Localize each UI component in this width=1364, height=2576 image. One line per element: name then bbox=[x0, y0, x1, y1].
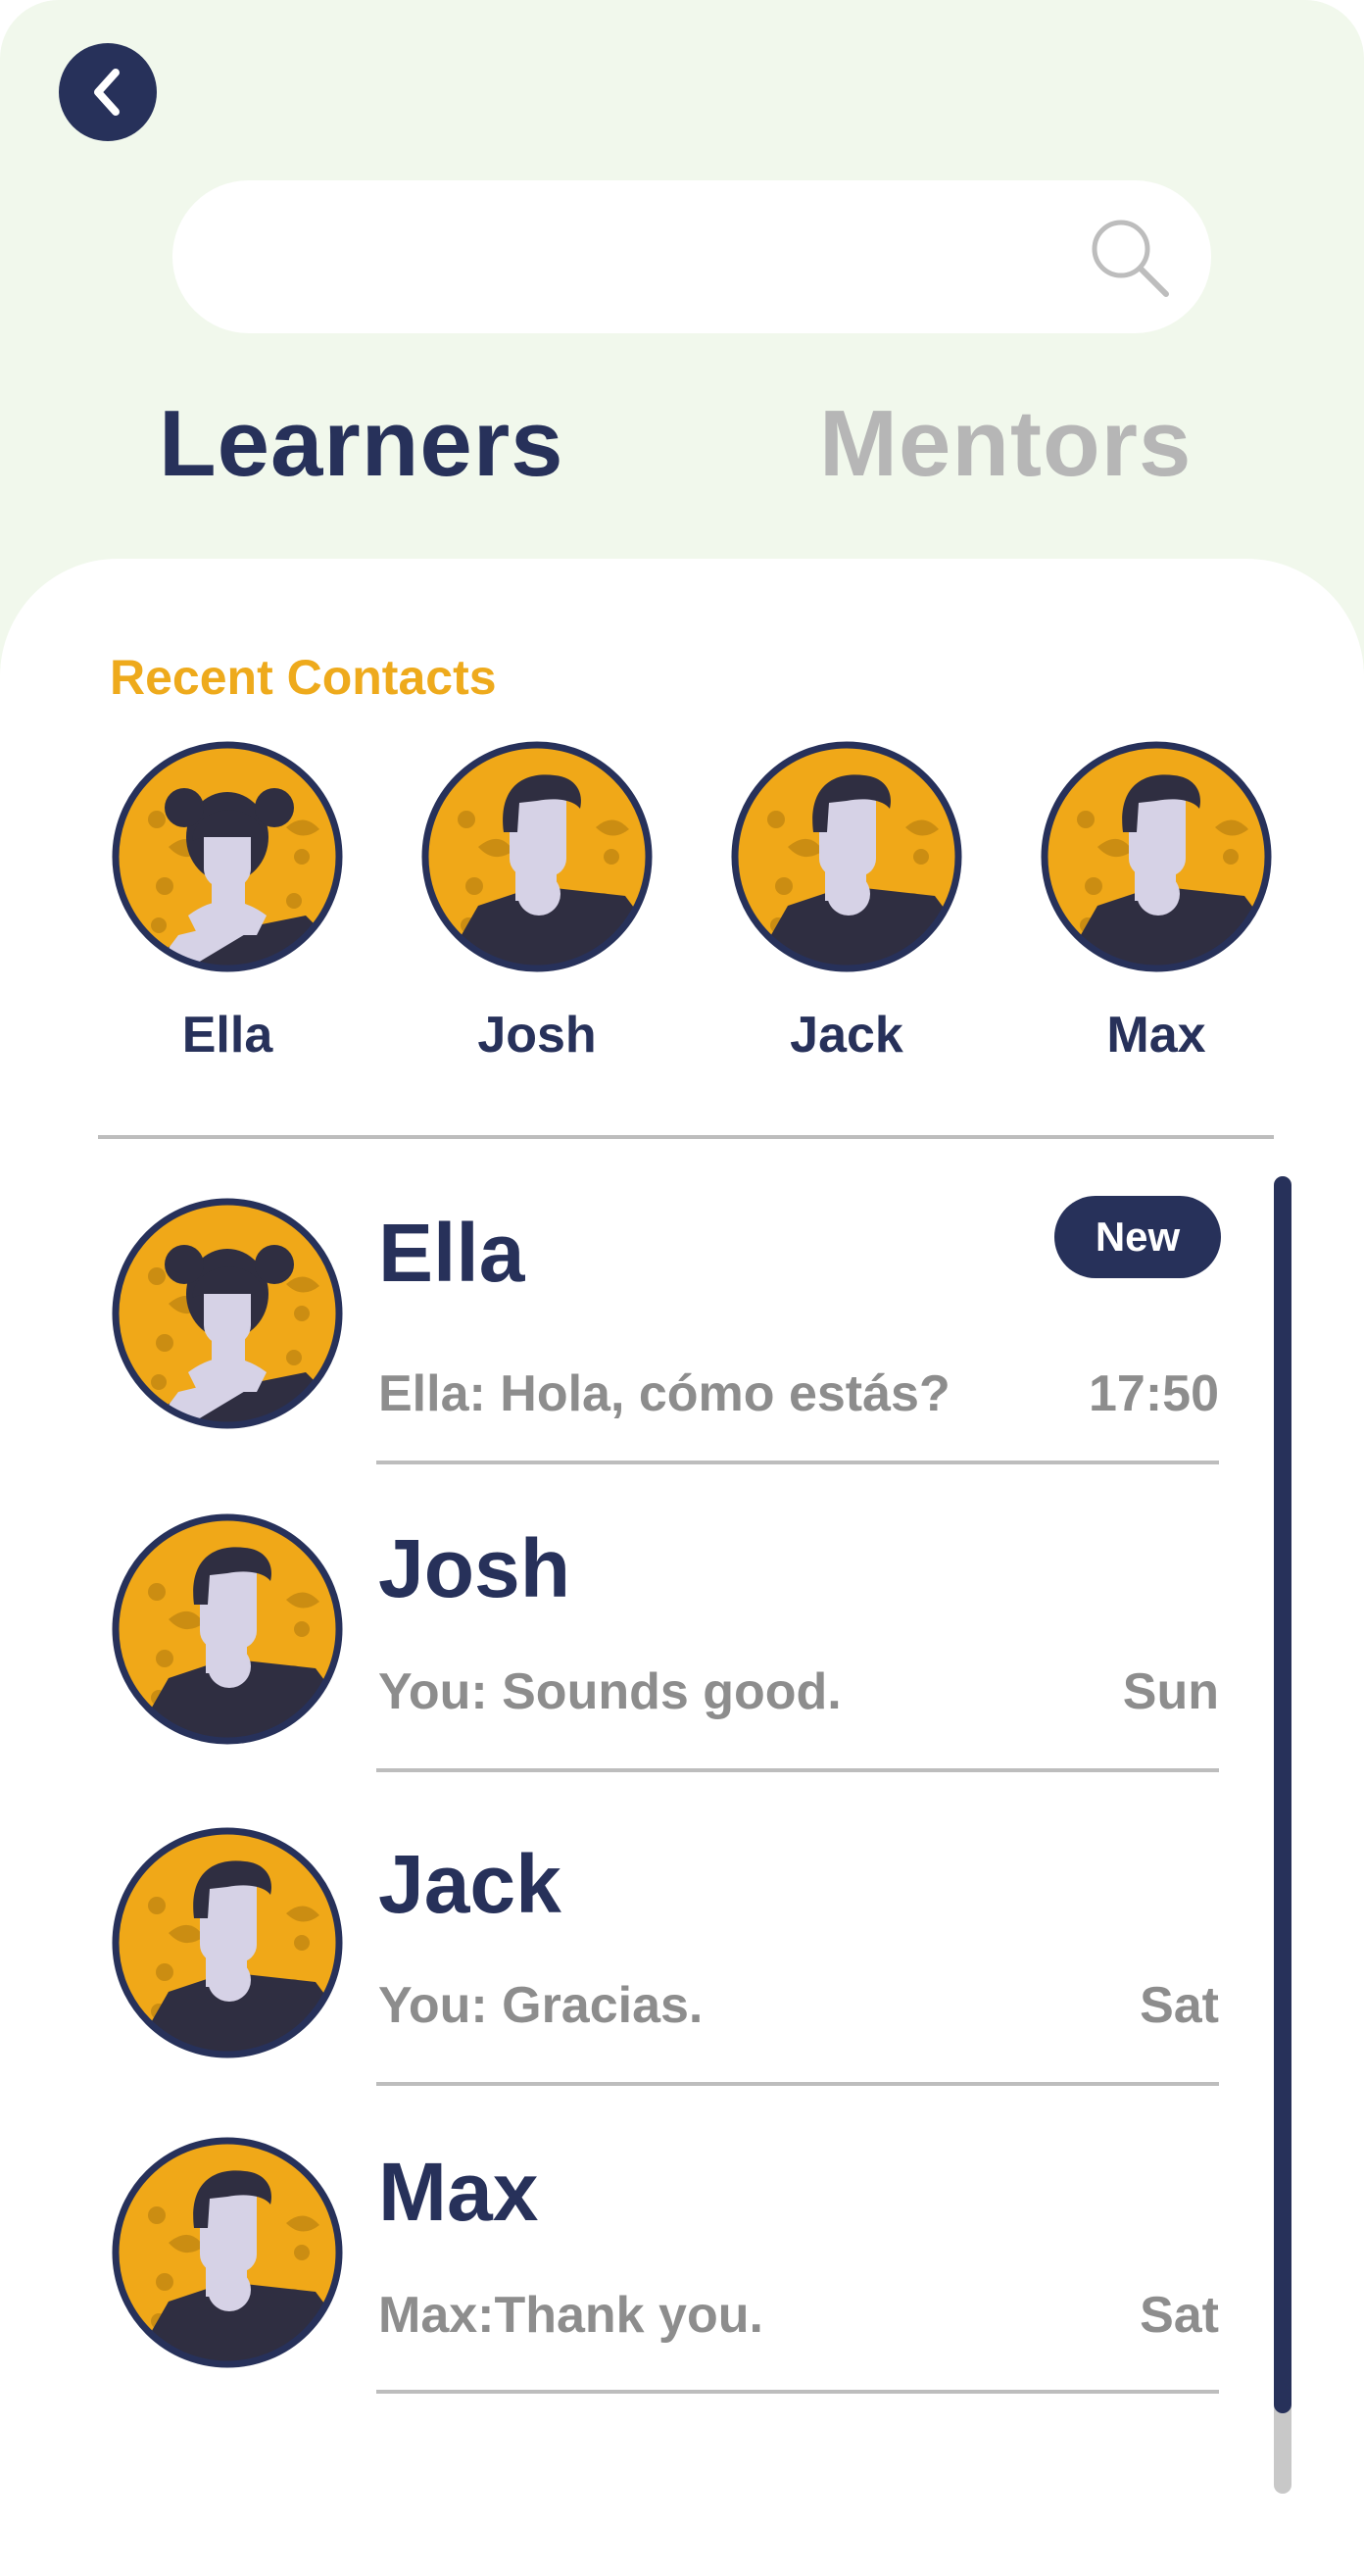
conversation-preview: You: Sounds good. bbox=[378, 1663, 842, 1720]
conversation-time: Sat bbox=[1140, 1977, 1219, 2034]
boy-avatar bbox=[110, 2135, 345, 2370]
tab-learners[interactable]: Learners bbox=[159, 390, 564, 498]
recent-contact-name: Jack bbox=[790, 1007, 903, 1064]
row-divider bbox=[376, 2082, 1219, 2086]
section-divider bbox=[98, 1135, 1274, 1139]
row-divider bbox=[376, 1461, 1219, 1464]
girl-avatar bbox=[110, 1196, 345, 1431]
conversation-time: Sun bbox=[1122, 1663, 1219, 1720]
conversation-time: Sat bbox=[1140, 2287, 1219, 2344]
chevron-left-icon bbox=[94, 69, 120, 116]
row-divider bbox=[376, 2390, 1219, 2394]
conversation-name: Josh bbox=[378, 1522, 571, 1614]
tab-mentors[interactable]: Mentors bbox=[819, 390, 1192, 498]
boy-avatar bbox=[110, 1511, 345, 1747]
boy-avatar bbox=[419, 739, 655, 974]
conversation-josh[interactable]: Josh You: Sounds good. Sun bbox=[0, 1511, 1235, 1806]
conversation-jack[interactable]: Jack You: Gracias. Sat bbox=[0, 1825, 1235, 2119]
conversation-preview: Ella: Hola, cómo estás? bbox=[378, 1365, 950, 1422]
new-badge: New bbox=[1054, 1196, 1221, 1278]
recent-contact-name: Ella bbox=[181, 1007, 273, 1064]
girl-avatar bbox=[110, 739, 345, 974]
conversation-ella[interactable]: Ella Ella: Hola, cómo estás? 17:50 bbox=[0, 1196, 1235, 1490]
recent-contact-name: Josh bbox=[477, 1007, 597, 1064]
row-divider bbox=[376, 1768, 1219, 1772]
conversation-preview: You: Gracias. bbox=[378, 1977, 704, 2034]
boy-avatar bbox=[1039, 739, 1274, 974]
conversation-preview: Max:Thank you. bbox=[378, 2287, 763, 2344]
scrollbar-thumb[interactable] bbox=[1274, 1176, 1291, 2413]
boy-avatar bbox=[110, 1825, 345, 2060]
recent-contacts-title: Recent Contacts bbox=[110, 650, 497, 705]
back-button[interactable] bbox=[59, 43, 157, 141]
boy-avatar bbox=[729, 739, 964, 974]
search-icon[interactable] bbox=[1086, 214, 1174, 302]
search-bar[interactable] bbox=[172, 180, 1211, 333]
conversation-max[interactable]: Max Max:Thank you. Sat bbox=[0, 2135, 1235, 2429]
conversation-time: 17:50 bbox=[1089, 1365, 1219, 1422]
recent-contact-name: Max bbox=[1106, 1007, 1206, 1064]
conversation-name: Jack bbox=[378, 1838, 561, 1930]
conversation-name: Ella bbox=[378, 1207, 525, 1299]
conversation-name: Max bbox=[378, 2146, 539, 2238]
